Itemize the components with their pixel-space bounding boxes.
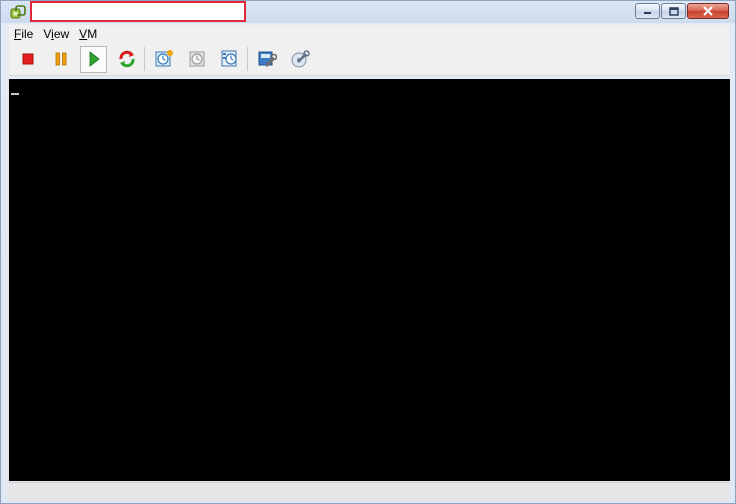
menu-view[interactable]: View [38,27,74,41]
menu-file[interactable]: File [9,27,38,41]
take-snapshot-button[interactable] [150,46,177,73]
vm-settings-button[interactable] [253,46,280,73]
tools-icon [291,50,310,68]
text-cursor [11,93,19,95]
snapshot-manager-button[interactable] [216,46,243,73]
status-bar [9,482,729,501]
suspend-button[interactable] [47,46,74,73]
minimize-icon [643,12,651,14]
toolbar-separator [144,47,145,71]
vm-console-window: File View VM [0,0,736,504]
maximize-button[interactable] [661,3,686,19]
window-title-redacted [30,1,246,22]
play-icon [89,51,100,67]
menu-bar: File View VM [9,25,729,43]
reset-button[interactable] [113,46,140,73]
vsphere-app-icon [10,4,26,20]
toolbar-separator [247,47,248,71]
settings-icon [258,51,277,68]
revert-snapshot-button[interactable] [183,46,210,73]
minimize-button[interactable] [635,3,660,19]
reset-icon [118,50,135,68]
snapshot-icon [155,50,173,67]
menu-vm[interactable]: VM [74,27,102,41]
close-button[interactable] [687,3,729,19]
maximize-icon [668,6,679,16]
power-on-button[interactable] [80,45,107,73]
title-bar[interactable] [1,1,735,23]
snapshot-manager-icon [221,50,237,67]
vm-console-screen[interactable] [9,79,730,481]
vm-tools-button[interactable] [286,46,313,73]
stop-icon [22,53,33,65]
power-off-button[interactable] [14,46,41,73]
pause-icon [55,52,66,66]
revert-snapshot-icon [189,51,204,67]
close-icon [703,6,713,16]
toolbar [9,43,729,76]
caption-buttons [635,3,729,19]
